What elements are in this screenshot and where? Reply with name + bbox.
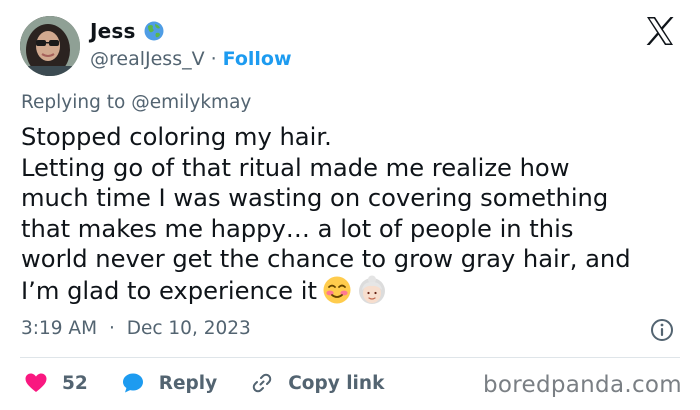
reply-label: Reply — [158, 372, 218, 394]
like-button[interactable]: 52 — [24, 371, 88, 395]
x-logo-icon[interactable] — [645, 16, 675, 46]
like-count: 52 — [62, 372, 88, 394]
handle-separator: · — [210, 48, 217, 70]
tweet-line: world never get the chance to grow gray … — [21, 245, 631, 273]
tweet-time: 3:19 AM — [21, 318, 98, 339]
meta-separator: · — [108, 318, 115, 339]
name-row: Jess — [90, 19, 164, 43]
tweet-line: Letting go of that ritual made me realiz… — [21, 153, 570, 182]
tweet-last-line: I’m glad to experience it — [21, 275, 686, 307]
tweet-timestamp[interactable]: 3:19 AM · Dec 10, 2023 — [21, 318, 251, 339]
follow-button[interactable]: Follow — [223, 48, 292, 70]
reply-button[interactable]: Reply — [121, 371, 217, 395]
handle-row: @realJess_V · Follow — [90, 48, 292, 70]
globe-icon — [144, 21, 164, 41]
avatar[interactable] — [20, 16, 80, 76]
tweet-line: Stopped coloring my hair. — [21, 123, 332, 151]
replying-prefix: Replying to — [21, 92, 126, 113]
copy-link-label: Copy link — [288, 372, 385, 394]
copy-link-button[interactable]: Copy link — [250, 371, 384, 395]
reply-bubble-icon — [122, 373, 143, 393]
user-handle[interactable]: @realJess_V — [90, 48, 205, 70]
tweet-line: that makes me happy… a lot of people in … — [21, 214, 574, 243]
smiling-face-with-rosy-cheeks-emoji — [322, 275, 352, 305]
tweet-line: I’m glad to experience it — [21, 276, 317, 305]
tweet-card: Jess @realJess_V · Follow Replying to @e… — [0, 0, 700, 410]
older-woman-emoji — [357, 275, 387, 305]
display-name[interactable]: Jess — [90, 19, 136, 43]
watermark: boredpanda.com — [483, 372, 682, 398]
divider — [20, 357, 680, 358]
heart-icon — [25, 373, 47, 392]
replying-handle[interactable]: @emilykmay — [131, 92, 251, 113]
link-icon — [252, 373, 272, 393]
info-icon[interactable] — [650, 318, 674, 342]
tweet-text: Stopped coloring my hair. Letting go of … — [21, 122, 686, 306]
tweet-actions: 52 Reply Copy link — [24, 371, 417, 395]
tweet-line: much time I was wasting on covering some… — [21, 184, 609, 212]
tweet-date: Dec 10, 2023 — [126, 318, 251, 339]
replying-to: Replying to @emilykmay — [21, 92, 251, 113]
